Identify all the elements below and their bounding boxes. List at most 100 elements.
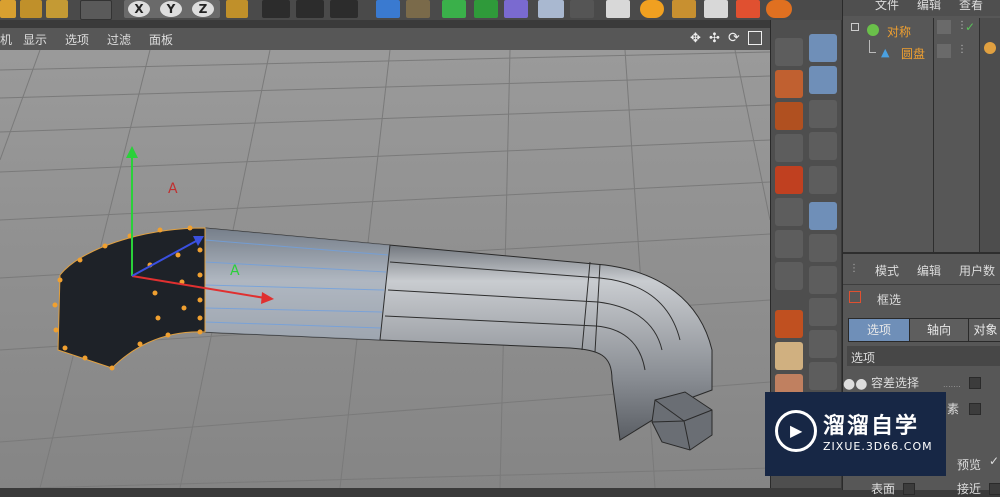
- render-settings-icon[interactable]: [330, 0, 358, 18]
- option-label: 预览: [957, 458, 982, 472]
- move-view-icon[interactable]: ✥: [690, 31, 701, 46]
- surface-checkbox[interactable]: [903, 483, 915, 495]
- svg-text:A: A: [230, 263, 240, 279]
- nearby-checkbox[interactable]: [989, 483, 1000, 495]
- menu-edit[interactable]: 编辑: [917, 262, 941, 279]
- expand-icon[interactable]: [851, 23, 859, 31]
- menu-filter[interactable]: 过滤: [107, 31, 131, 48]
- sphere-light-icon[interactable]: [640, 0, 664, 18]
- object-manager-menu: 文件 编辑 查看: [843, 0, 1000, 16]
- zoom-view-icon[interactable]: ✣: [709, 31, 720, 46]
- menu-mode[interactable]: 模式: [875, 262, 899, 279]
- rotate-icon[interactable]: [46, 0, 68, 18]
- floor-icon[interactable]: [538, 0, 564, 18]
- pen-icon[interactable]: [406, 0, 430, 18]
- axis-lock-group: X Y Z: [124, 0, 220, 18]
- phong-tag-icon[interactable]: [984, 42, 996, 54]
- object-name[interactable]: 圆盘: [901, 45, 925, 62]
- paint-icon[interactable]: [775, 310, 803, 338]
- live-select-icon[interactable]: [20, 0, 42, 18]
- 3d-viewport[interactable]: A A: [0, 50, 770, 488]
- menu-view[interactable]: 查看: [959, 0, 983, 13]
- script-icon[interactable]: [704, 0, 728, 18]
- option-label: 表面: [871, 482, 896, 496]
- 2d-snap-icon[interactable]: [809, 132, 837, 160]
- material-icon[interactable]: [672, 0, 696, 18]
- edges-mode-icon[interactable]: [775, 134, 803, 162]
- menu-panel[interactable]: 面板: [149, 31, 173, 48]
- tab-axis[interactable]: 轴向: [909, 318, 969, 342]
- object-list: 对称 ▲ 圆盘: [843, 18, 934, 252]
- object-row[interactable]: ▲ 圆盘: [843, 40, 933, 62]
- polygons-mode-icon[interactable]: [775, 166, 803, 194]
- edge-snap-icon[interactable]: [809, 234, 837, 262]
- points-mode-icon[interactable]: [775, 102, 803, 130]
- menu-user-data[interactable]: 用户数: [959, 262, 995, 279]
- tool-title: 框选: [877, 293, 902, 307]
- tab-options[interactable]: 选项: [848, 318, 910, 342]
- sculpt-icon[interactable]: [775, 342, 803, 370]
- watermark-title: 溜溜自学: [823, 414, 920, 439]
- tab-object[interactable]: 对象: [968, 318, 1000, 342]
- section-header[interactable]: 选项: [847, 346, 1000, 366]
- 3d-snap-icon[interactable]: [809, 100, 837, 128]
- tree-branch: [869, 40, 876, 53]
- render-view-icon[interactable]: [262, 0, 290, 18]
- polygon-snap-icon[interactable]: [809, 266, 837, 294]
- tolerant-select-checkbox[interactable]: [969, 377, 981, 389]
- menu-file[interactable]: 文件: [875, 0, 899, 13]
- vertex-snap-icon[interactable]: [809, 202, 837, 230]
- effector-icon[interactable]: [736, 0, 760, 18]
- watermark-url: ZIXUE.3D66.COM: [823, 440, 933, 453]
- preview-check-icon[interactable]: ✓: [989, 454, 999, 468]
- object-row[interactable]: 对称: [843, 20, 933, 40]
- tool-header: 框选: [843, 284, 1000, 311]
- model-mode-icon[interactable]: [775, 38, 803, 66]
- axis-snap-icon[interactable]: [809, 330, 837, 358]
- only-visible-checkbox[interactable]: [969, 403, 981, 415]
- auto-snap-icon[interactable]: [809, 66, 837, 94]
- enabled-check-icon[interactable]: ✓: [965, 20, 975, 34]
- menu-options[interactable]: 选项: [65, 31, 89, 48]
- layer-icon[interactable]: [937, 20, 951, 34]
- quantize-icon[interactable]: [809, 166, 837, 194]
- render-picture-viewer-icon[interactable]: [296, 0, 324, 18]
- x-axis-button[interactable]: X: [128, 1, 150, 17]
- undo-icon[interactable]: [0, 0, 16, 18]
- dots-separator: .......: [943, 380, 961, 389]
- viewport-solo-icon[interactable]: [775, 262, 803, 290]
- layer-icon[interactable]: [937, 44, 951, 58]
- svg-text:A: A: [168, 181, 178, 197]
- object-name[interactable]: 对称: [887, 23, 911, 40]
- attribute-menu: ⋮ 模式 编辑 用户数: [843, 258, 1000, 280]
- option-label: 接近: [957, 482, 982, 496]
- camera-icon[interactable]: [570, 0, 594, 18]
- recent-tool-icon[interactable]: [80, 0, 112, 20]
- light-icon[interactable]: [606, 0, 630, 18]
- menu-camera[interactable]: 机: [0, 31, 12, 48]
- deformer-icon[interactable]: [504, 0, 528, 18]
- menu-display[interactable]: 显示: [23, 31, 47, 48]
- y-axis-button[interactable]: Y: [160, 1, 182, 17]
- disc-icon: ▲: [881, 46, 890, 59]
- texture-mode-icon[interactable]: [775, 70, 803, 98]
- grid-snap-icon[interactable]: [809, 362, 837, 390]
- subdivision-icon[interactable]: [442, 0, 466, 18]
- maximize-view-icon[interactable]: [748, 31, 762, 45]
- viewport-scene: A A: [0, 50, 770, 488]
- symmetry-icon: [867, 24, 879, 36]
- tweak-mode-icon[interactable]: [775, 230, 803, 258]
- snap-icon[interactable]: [809, 34, 837, 62]
- enable-axis-icon[interactable]: [775, 198, 803, 226]
- option-label: 容差选择: [871, 376, 920, 390]
- array-icon[interactable]: [474, 0, 498, 18]
- menu-edit[interactable]: 编辑: [917, 0, 941, 13]
- grip-icon: ⋮: [849, 263, 859, 274]
- cube-icon[interactable]: [376, 0, 400, 18]
- coordinate-system-icon[interactable]: [226, 0, 248, 18]
- spline-snap-icon[interactable]: [809, 298, 837, 326]
- visibility-dots-icon[interactable]: ⋮: [957, 44, 967, 55]
- z-axis-button[interactable]: Z: [192, 1, 214, 17]
- plugin-s-icon[interactable]: [766, 0, 792, 18]
- rotate-view-icon[interactable]: ⟳: [728, 30, 740, 46]
